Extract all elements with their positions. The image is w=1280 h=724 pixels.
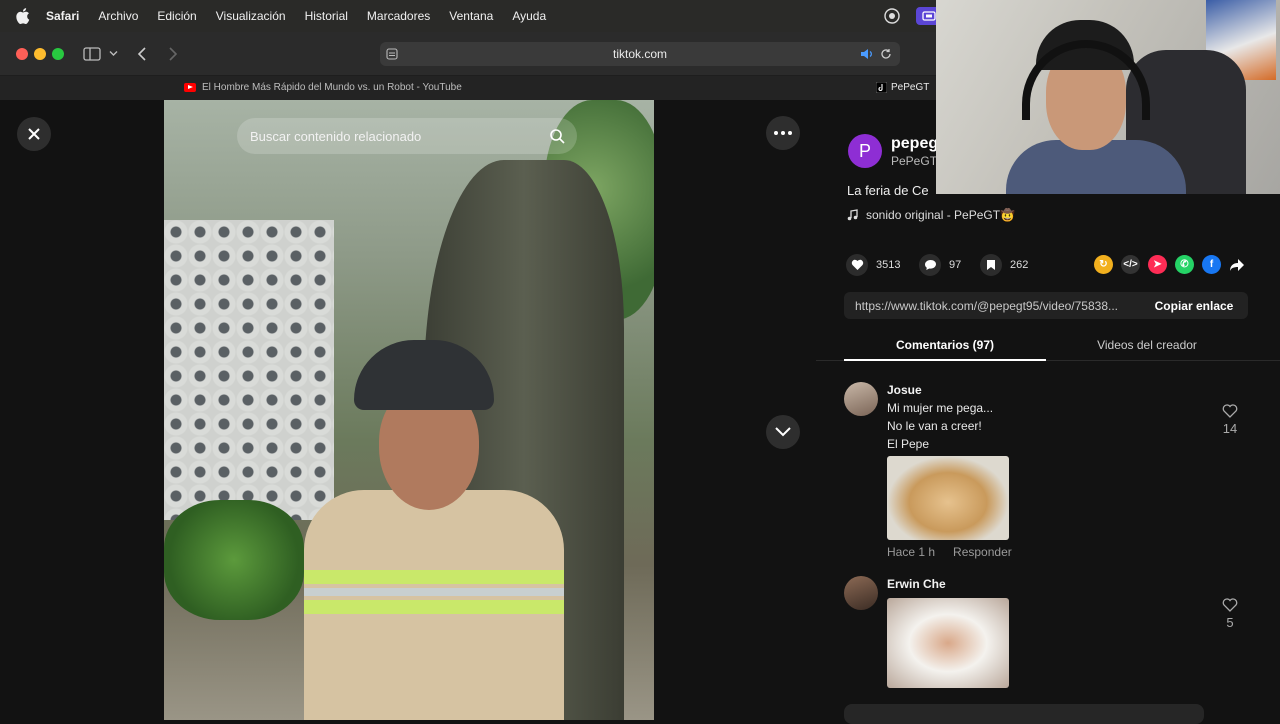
sidebar-toggle-icon[interactable] xyxy=(83,47,101,61)
forward-icon[interactable] xyxy=(168,47,178,61)
reply-button[interactable]: Responder xyxy=(953,545,1012,559)
comment-icon[interactable] xyxy=(919,254,941,276)
screen-record-icon[interactable] xyxy=(884,8,900,24)
menu-historial[interactable]: Historial xyxy=(305,9,348,23)
music-note-icon xyxy=(847,209,858,221)
tab-comments[interactable]: Comentarios (97) xyxy=(844,333,1046,361)
reload-icon[interactable] xyxy=(880,48,892,60)
address-bar[interactable]: tiktok.com xyxy=(380,42,900,66)
comment-time: Hace 1 h xyxy=(887,545,936,559)
video-stage: Buscar contenido relacionado xyxy=(0,100,816,720)
zoom-window-button[interactable] xyxy=(52,48,64,60)
search-icon[interactable] xyxy=(549,128,565,144)
sound-link[interactable]: sonido original - PePeGT🤠 xyxy=(847,208,1015,222)
comment-meta: Hace 1 h Responder xyxy=(887,545,1012,559)
back-icon[interactable] xyxy=(137,47,147,61)
like-count: 3513 xyxy=(876,259,901,271)
avatar[interactable] xyxy=(844,576,878,610)
copy-link-button[interactable]: Copiar enlace xyxy=(1140,292,1248,319)
tab-tiktok[interactable]: PePeGT xyxy=(876,82,929,93)
comment-like-count: 14 xyxy=(1222,421,1238,436)
next-video-button[interactable] xyxy=(766,415,800,449)
menu-ventana[interactable]: Ventana xyxy=(449,9,493,23)
avatar[interactable] xyxy=(844,382,878,416)
menu-ayuda[interactable]: Ayuda xyxy=(512,9,546,23)
save-count: 262 xyxy=(1010,259,1029,271)
share-link-box: https://www.tiktok.com/@pepegt95/video/7… xyxy=(844,292,1248,319)
comment-like[interactable]: 5 xyxy=(1218,598,1242,630)
comment-username[interactable]: Erwin Che xyxy=(887,577,946,591)
author-handle[interactable]: PePeGT xyxy=(891,154,937,168)
comment-item: Erwin Che 5 xyxy=(844,576,1254,688)
share-link-url[interactable]: https://www.tiktok.com/@pepegt95/video/7… xyxy=(855,299,1139,313)
related-search-input[interactable]: Buscar contenido relacionado xyxy=(237,118,577,154)
comment-stat[interactable]: 97 xyxy=(919,254,961,276)
comment-text-line: Mi mujer me pega... xyxy=(887,401,994,415)
close-window-button[interactable] xyxy=(16,48,28,60)
heart-outline-icon[interactable] xyxy=(1222,404,1238,418)
video-frame-person xyxy=(294,340,574,720)
more-options-button[interactable] xyxy=(766,116,800,150)
menu-edicion[interactable]: Edición xyxy=(157,9,196,23)
share-whatsapp-icon[interactable]: ✆ xyxy=(1175,255,1194,274)
chevron-down-icon[interactable] xyxy=(109,50,118,57)
close-icon xyxy=(28,128,40,140)
panel-tabs: Comentarios (97) Videos del creador xyxy=(816,333,1280,361)
heart-icon[interactable] xyxy=(846,254,868,276)
tab-creator-videos[interactable]: Videos del creador xyxy=(1046,333,1248,361)
comment-text-line: El Pepe xyxy=(887,437,930,451)
menu-marcadores[interactable]: Marcadores xyxy=(367,9,430,23)
search-placeholder: Buscar contenido relacionado xyxy=(250,128,422,144)
tab-title: PePeGT xyxy=(891,82,930,93)
share-repost-icon[interactable]: ↻ xyxy=(1094,255,1113,274)
comment-like[interactable]: 14 xyxy=(1218,404,1242,436)
audio-playing-icon[interactable] xyxy=(860,48,874,60)
youtube-icon xyxy=(184,83,196,92)
share-embed-icon[interactable]: </> xyxy=(1121,255,1140,274)
bookmark-icon[interactable] xyxy=(980,254,1002,276)
tab-youtube[interactable]: El Hombre Más Rápido del Mundo vs. un Ro… xyxy=(184,82,462,93)
more-icon xyxy=(774,131,792,135)
sound-title: sonido original - PePeGT🤠 xyxy=(866,208,1016,222)
comment-image-dog[interactable] xyxy=(887,456,1009,540)
share-more-icon[interactable] xyxy=(1229,258,1245,272)
chevron-down-icon xyxy=(775,427,791,437)
author-name[interactable]: pepeg xyxy=(891,135,938,153)
save-stat[interactable]: 262 xyxy=(980,254,1028,276)
tiktok-icon xyxy=(876,82,887,93)
menu-archivo[interactable]: Archivo xyxy=(98,9,138,23)
add-comment-input[interactable] xyxy=(844,704,1204,724)
video-frame-bush xyxy=(164,500,304,620)
url-text: tiktok.com xyxy=(612,47,667,61)
menu-safari[interactable]: Safari xyxy=(46,9,79,23)
apple-icon[interactable] xyxy=(16,8,30,24)
author-avatar[interactable]: P xyxy=(848,134,882,168)
comment-like-count: 5 xyxy=(1226,615,1234,630)
comment-username[interactable]: Josue xyxy=(887,383,922,397)
comment-count: 97 xyxy=(949,259,962,271)
webcam-overlay xyxy=(936,0,1280,194)
heart-outline-icon[interactable] xyxy=(1222,598,1238,612)
share-send-icon[interactable]: ➤ xyxy=(1148,255,1167,274)
share-facebook-icon[interactable]: f xyxy=(1202,255,1221,274)
comment-image-photo[interactable] xyxy=(887,598,1009,688)
like-stat[interactable]: 3513 xyxy=(846,254,900,276)
close-video-button[interactable] xyxy=(17,117,51,151)
comment-item: Josue Mi mujer me pega... No le van a cr… xyxy=(844,382,1254,562)
post-description: La feria de Ce xyxy=(847,183,929,198)
tab-title: El Hombre Más Rápido del Mundo vs. un Ro… xyxy=(202,82,462,93)
video-player[interactable] xyxy=(164,100,654,720)
comment-text-line: No le van a creer! xyxy=(887,419,982,433)
menu-visualizacion[interactable]: Visualización xyxy=(216,9,286,23)
minimize-window-button[interactable] xyxy=(34,48,46,60)
